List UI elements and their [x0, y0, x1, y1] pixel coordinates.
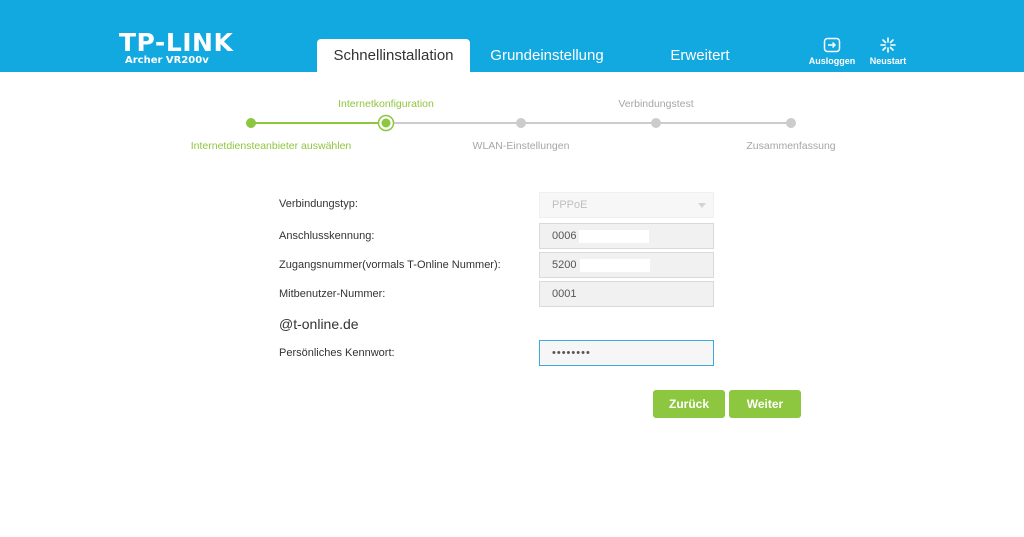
password-label: Persönliches Kennwort: — [279, 347, 395, 359]
domain-suffix: @t-online.de — [279, 316, 359, 332]
password-input[interactable] — [539, 340, 714, 366]
setup-progress-stepper: Internetkonfiguration Verbindungstest In… — [0, 0, 1024, 170]
step-dot-3 — [516, 118, 526, 128]
step-dot-2 — [381, 118, 391, 128]
access-number-label: Zugangsnummer(vormals T-Online Nummer): — [279, 259, 501, 271]
step-label-connection-test: Verbindungstest — [618, 98, 694, 110]
redaction-overlay — [580, 259, 650, 272]
step-label-wlan: WLAN-Einstellungen — [472, 140, 570, 152]
co-user-label: Mitbenutzer-Nummer: — [279, 288, 386, 300]
co-user-input[interactable] — [539, 281, 714, 307]
connection-type-select: PPPoE — [539, 192, 714, 218]
chevron-down-icon — [698, 203, 706, 208]
step-dot-1 — [246, 118, 256, 128]
step-dot-5 — [786, 118, 796, 128]
back-button[interactable]: Zurück — [653, 390, 725, 418]
connection-type-label: Verbindungstyp: — [279, 198, 358, 210]
next-button[interactable]: Weiter — [729, 390, 801, 418]
account-id-label: Anschlusskennung: — [279, 230, 375, 242]
connection-type-value: PPPoE — [552, 199, 588, 211]
step-label-isp-select: Internetdiensteanbieter auswählen — [190, 140, 352, 152]
redaction-overlay — [579, 230, 649, 243]
step-dot-4 — [651, 118, 661, 128]
step-label-internet-config: Internetkonfiguration — [338, 98, 434, 110]
step-label-summary: Zusammenfassung — [746, 140, 836, 152]
